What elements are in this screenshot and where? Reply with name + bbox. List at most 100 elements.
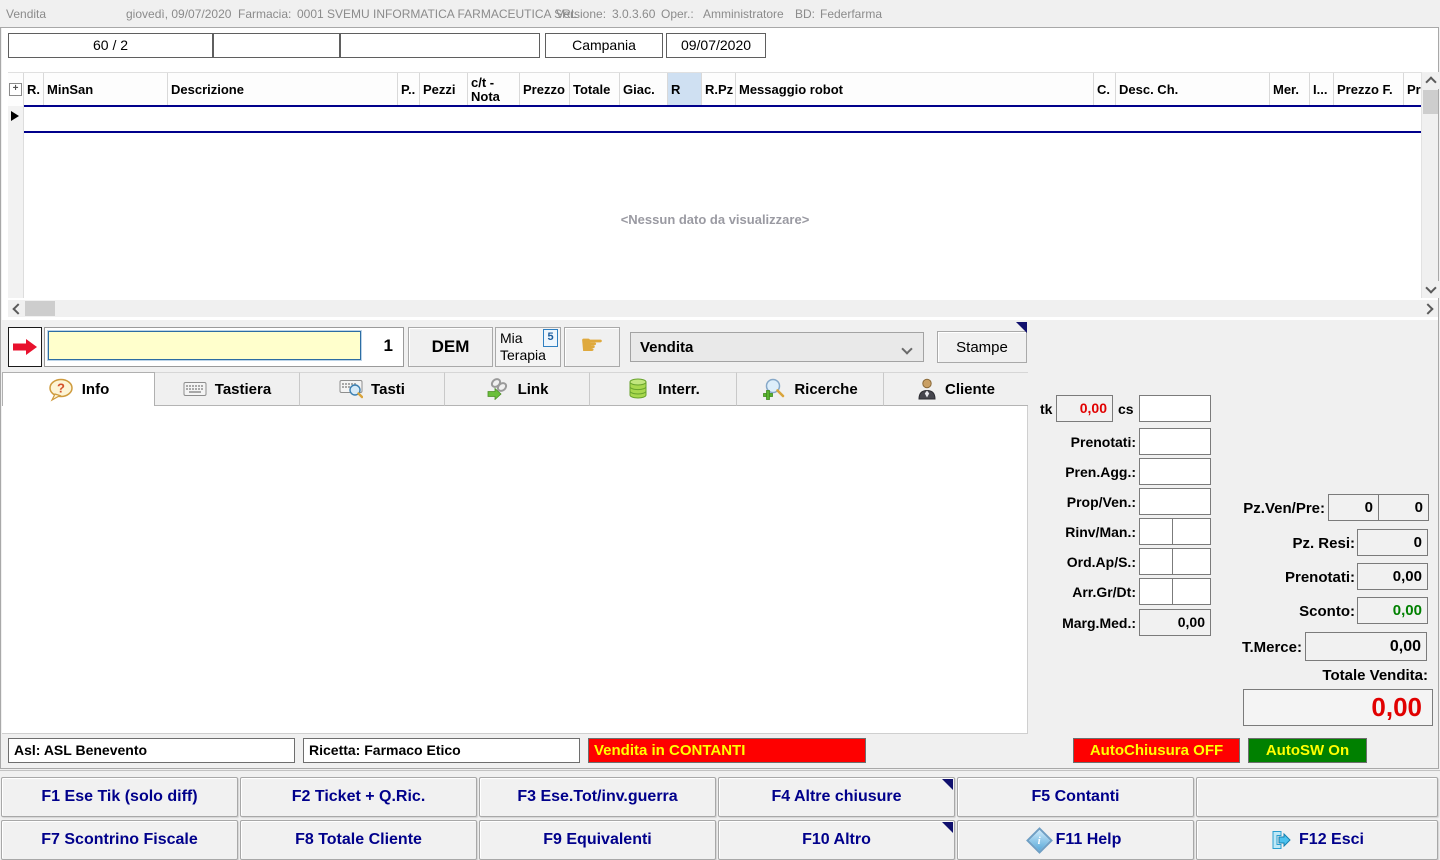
- tab-tasti[interactable]: Tasti: [300, 372, 445, 406]
- tab-tastiera[interactable]: Tastiera: [155, 372, 300, 406]
- chevron-down-icon: [1425, 282, 1436, 293]
- ord-ap-field-1[interactable]: [1139, 548, 1173, 575]
- tab-label: Cliente: [945, 381, 995, 398]
- col-header-minsan[interactable]: MinSan: [44, 73, 168, 106]
- col-header-descrizione[interactable]: Descrizione: [168, 73, 398, 106]
- scroll-left-button[interactable]: [8, 300, 25, 317]
- col-header-rpz[interactable]: R.Pz: [702, 73, 736, 106]
- grid-current-row[interactable]: [24, 107, 1421, 131]
- stampe-label: Stampe: [956, 339, 1008, 356]
- vertical-scrollbar[interactable]: [1421, 72, 1438, 298]
- stampe-button[interactable]: Stampe: [937, 331, 1027, 363]
- row-selector-gutter: [8, 106, 24, 298]
- pz-ven-pre-field-2: 0: [1378, 494, 1429, 521]
- arr-gr-field-1[interactable]: [1139, 578, 1173, 605]
- col-header-prezzo[interactable]: Prezzo: [520, 73, 570, 106]
- f1-button[interactable]: F1 Ese Tik (solo diff): [1, 777, 238, 817]
- prenotati-field[interactable]: [1139, 428, 1211, 455]
- col-header-c[interactable]: C.: [1094, 73, 1116, 106]
- tab-label: Ricerche: [794, 381, 857, 398]
- tab-label: Tasti: [371, 381, 405, 398]
- arr-gr-label: Arr.Gr/Dt:: [1072, 584, 1136, 600]
- tab-link[interactable]: Link: [445, 372, 590, 406]
- col-header-pezzi[interactable]: Pezzi: [420, 73, 468, 106]
- f2-button[interactable]: F2 Ticket + Q.Ric.: [240, 777, 477, 817]
- f5-button[interactable]: F5 Contanti: [957, 777, 1194, 817]
- tab-ricerche[interactable]: Ricerche: [737, 372, 884, 406]
- titlebar: Vendita giovedì, 09/07/2020 Farmacia: 00…: [0, 0, 1440, 27]
- expand-all-button[interactable]: +: [8, 73, 24, 106]
- col-header-r[interactable]: R.: [24, 73, 44, 106]
- f11-button[interactable]: iF11 Help: [957, 820, 1194, 860]
- tab-label: Info: [82, 381, 110, 398]
- tab-interr[interactable]: Interr.: [590, 372, 737, 406]
- f4-button[interactable]: F4 Altre chiusure: [718, 777, 955, 817]
- horizontal-scrollbar[interactable]: [8, 300, 1438, 317]
- f3-button[interactable]: F3 Ese.Tot/inv.guerra: [479, 777, 716, 817]
- product-search-input[interactable]: [48, 331, 361, 360]
- grid-empty-message: <Nessun dato da visualizzare>: [8, 212, 1422, 227]
- regione-box: Campania: [545, 33, 663, 58]
- grid-row-bottom-line: [24, 131, 1421, 133]
- horizontal-scroll-thumb[interactable]: [25, 301, 55, 316]
- ord-ap-field-2[interactable]: [1172, 548, 1211, 575]
- prop-ven-field[interactable]: [1139, 488, 1211, 515]
- sale-type-select[interactable]: Vendita: [630, 332, 924, 362]
- col-header-mer[interactable]: Mer.: [1270, 73, 1310, 106]
- mia-terapia-count-badge: 5: [543, 329, 558, 347]
- col-header-i[interactable]: I...: [1310, 73, 1334, 106]
- cs-field[interactable]: [1139, 395, 1211, 422]
- col-header-desc-ch[interactable]: Desc. Ch.: [1116, 73, 1270, 106]
- autochiusura-status-box[interactable]: AutoChiusura OFF: [1073, 738, 1240, 763]
- autosw-status-box[interactable]: AutoSW On: [1248, 738, 1367, 763]
- f8-button[interactable]: F8 Totale Cliente: [240, 820, 477, 860]
- submenu-corner-indicator: [1016, 322, 1027, 333]
- col-header-r2[interactable]: R: [668, 73, 702, 106]
- ricetta-status-box[interactable]: Ricetta: Farmaco Etico: [303, 738, 580, 763]
- tab-bar: ? Info Tastiera Tasti Link Interr.: [2, 372, 1028, 406]
- dem-button[interactable]: DEM: [408, 327, 493, 367]
- col-header-giac[interactable]: Giac.: [620, 73, 668, 106]
- scroll-up-button[interactable]: [1422, 72, 1439, 89]
- topfield-3: [340, 33, 540, 58]
- plus-box-icon: +: [9, 83, 22, 96]
- scroll-right-button[interactable]: [1421, 300, 1438, 317]
- col-header-p[interactable]: P..: [398, 73, 420, 106]
- col-header-ct-nota[interactable]: c/t - Nota: [468, 73, 520, 106]
- tab-cliente[interactable]: Cliente: [884, 372, 1028, 406]
- info-tab-content: [2, 406, 1028, 734]
- col-header-pr[interactable]: Pr: [1404, 73, 1422, 106]
- oper-value: Amministratore: [703, 7, 784, 21]
- tab-info[interactable]: ? Info: [2, 372, 155, 406]
- prop-ven-label: Prop/Ven.:: [1067, 494, 1136, 510]
- f10-button[interactable]: F10 Altro: [718, 820, 955, 860]
- rinv-man-field-2[interactable]: [1172, 518, 1211, 545]
- col-header-prezzo-f[interactable]: Prezzo F.: [1334, 73, 1404, 106]
- cs-label: cs: [1118, 401, 1134, 417]
- tk-field: 0,00: [1056, 395, 1113, 422]
- f9-button[interactable]: F9 Equivalenti: [479, 820, 716, 860]
- vertical-scroll-thumb[interactable]: [1423, 90, 1438, 114]
- col-header-totale[interactable]: Totale: [570, 73, 620, 106]
- rinv-man-field-1[interactable]: [1139, 518, 1173, 545]
- mia-terapia-button[interactable]: Mia Terapia 5: [495, 327, 561, 367]
- versione-value: 3.0.3.60: [612, 7, 655, 21]
- asl-status-box[interactable]: Asl: ASL Benevento: [8, 738, 295, 763]
- arr-gr-field-2[interactable]: [1172, 578, 1211, 605]
- chevron-up-icon: [1425, 76, 1436, 87]
- marg-med-field: 0,00: [1139, 609, 1211, 636]
- fkey-empty-slot[interactable]: [1196, 777, 1438, 817]
- f7-button[interactable]: F7 Scontrino Fiscale: [1, 820, 238, 860]
- versione-label: Versione:: [556, 7, 606, 21]
- pren-agg-field[interactable]: [1139, 458, 1211, 485]
- hand-pointer-button[interactable]: ☛: [564, 327, 620, 367]
- topfield-2: [213, 33, 340, 58]
- search-plus-icon: [762, 378, 786, 400]
- f12-button[interactable]: F12 Esci: [1196, 820, 1438, 860]
- col-header-messaggio-robot[interactable]: Messaggio robot: [736, 73, 1094, 106]
- marg-med-label: Marg.Med.:: [1062, 615, 1136, 631]
- pagamento-status-box[interactable]: Vendita in CONTANTI: [588, 738, 866, 763]
- chevron-left-icon: [12, 303, 23, 314]
- prenotati-label: Prenotati:: [1071, 434, 1136, 450]
- scroll-down-button[interactable]: [1422, 281, 1439, 298]
